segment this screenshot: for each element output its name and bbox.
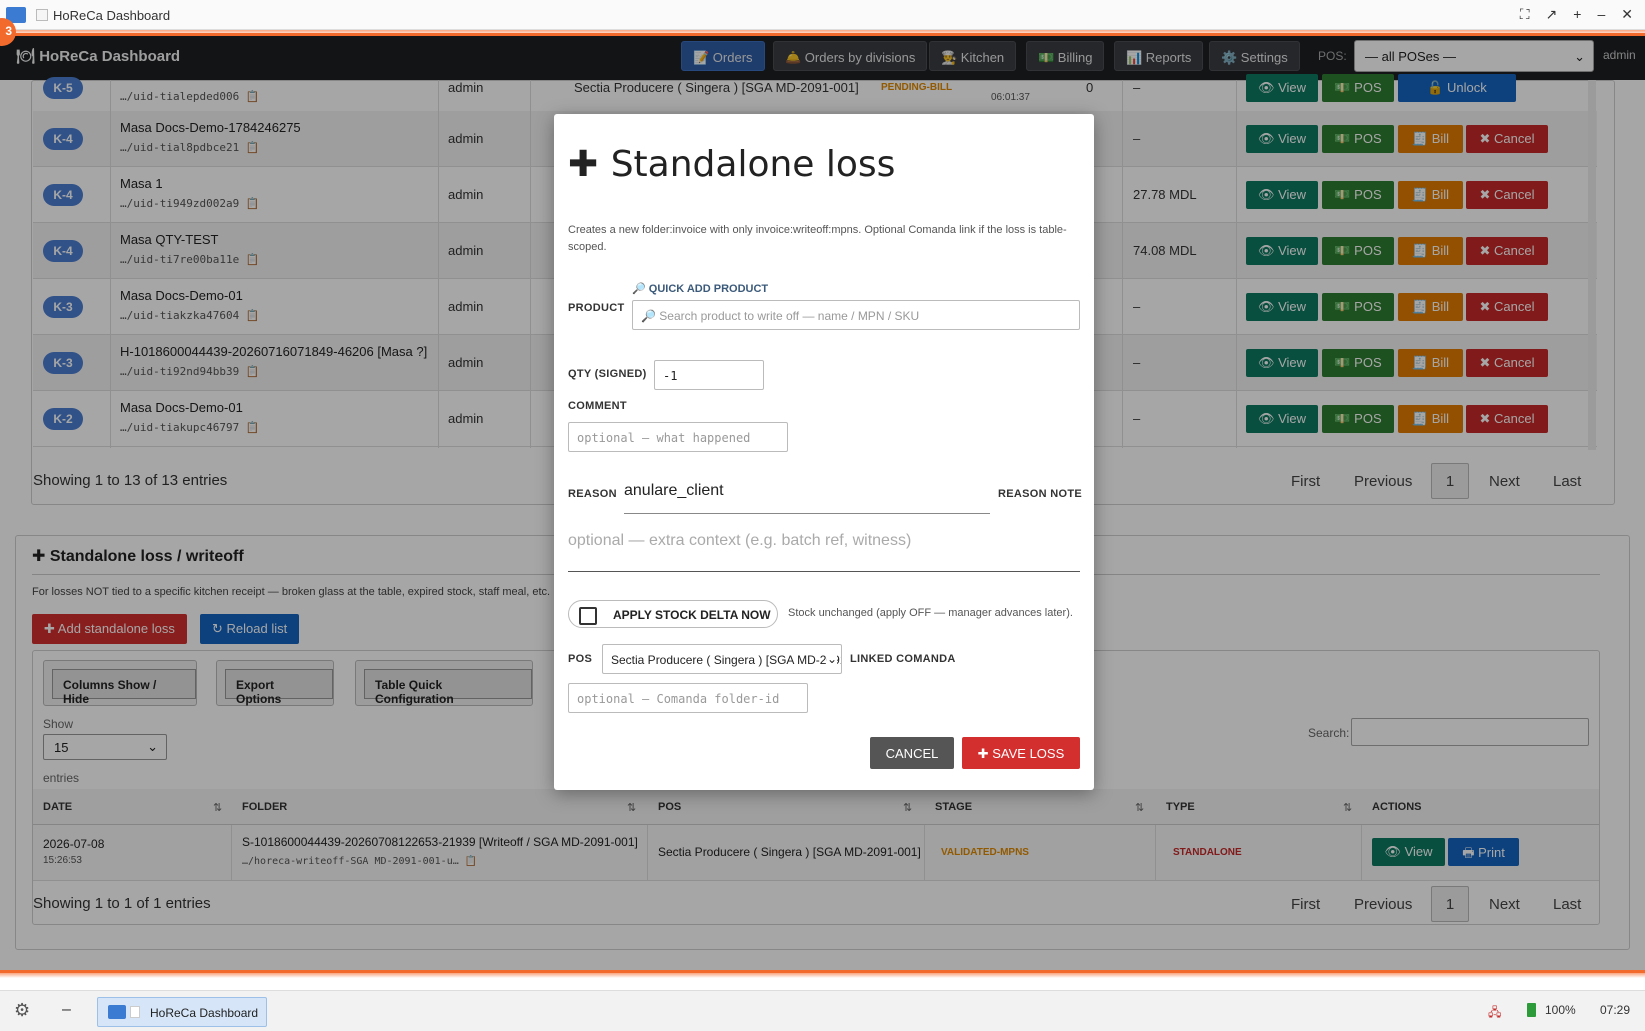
search-icon: 🔎 xyxy=(632,283,649,295)
network-icon[interactable]: 🖧 xyxy=(1488,1003,1501,1024)
comment-label: COMMENT xyxy=(568,400,627,412)
page-icon xyxy=(36,9,48,21)
pos-select-value: Sectia Producere ( Singera ) [SGA MD-209… xyxy=(611,653,841,667)
product-label: PRODUCT xyxy=(568,302,625,314)
window-title: HoReCa Dashboard xyxy=(53,8,171,23)
battery-level: 100% xyxy=(1545,1003,1576,1017)
apply-stock-toggle[interactable]: APPLY STOCK DELTA NOW xyxy=(568,600,778,628)
gear-icon[interactable]: ⚙ xyxy=(14,1000,30,1021)
qty-label: QTY (SIGNED) xyxy=(568,368,647,380)
page-icon xyxy=(130,1006,140,1018)
taskbar-app-button[interactable]: HoReCa Dashboard xyxy=(97,997,267,1027)
maximize-icon[interactable]: + xyxy=(1573,6,1581,23)
quick-add-product-link[interactable]: 🔎 QUICK ADD PRODUCT xyxy=(632,282,768,295)
taskbar-app-label: HoReCa Dashboard xyxy=(150,1006,259,1020)
apply-stock-label: APPLY STOCK DELTA NOW xyxy=(613,608,771,622)
chevron-down-icon: ⌄ xyxy=(826,652,837,666)
save-loss-button[interactable]: ✚ SAVE LOSS xyxy=(962,737,1080,769)
reason-label: REASON xyxy=(568,488,617,500)
clock[interactable]: 07:29 xyxy=(1600,1003,1630,1017)
reason-input[interactable]: anulare_client xyxy=(624,482,990,514)
linked-comanda-input[interactable]: optional — Comanda folder-id xyxy=(568,683,808,713)
comment-input[interactable]: optional — what happened xyxy=(568,422,788,452)
accent-fade xyxy=(0,973,1645,978)
minimize-icon[interactable]: – xyxy=(1597,6,1605,23)
window-titlebar: HoReCa Dashboard ⛶ ↗ + – ✕ xyxy=(0,0,1645,30)
reason-note-label: REASON NOTE xyxy=(998,488,1082,500)
reason-note-input[interactable]: optional — extra context (e.g. batch ref… xyxy=(568,532,1080,572)
battery-icon[interactable] xyxy=(1527,1003,1536,1017)
plus-icon: ✚ xyxy=(568,144,611,185)
fullscreen-icon[interactable]: ⛶ xyxy=(1520,6,1530,23)
cancel-button[interactable]: CANCEL xyxy=(870,737,954,769)
modal-description: Creates a new folder:invoice with only i… xyxy=(568,224,1067,253)
stock-note: Stock unchanged (apply OFF — manager adv… xyxy=(788,607,1073,619)
taskbar: ⚙ – HoReCa Dashboard 🖧 100% 07:29 xyxy=(0,990,1645,1031)
restore-icon[interactable]: ↗ xyxy=(1546,6,1558,23)
standalone-loss-modal: ✚ Standalone loss Creates a new folder:i… xyxy=(554,114,1094,790)
modal-title: ✚ Standalone loss xyxy=(568,144,896,185)
qty-input[interactable]: -1 xyxy=(654,360,764,390)
pos-select[interactable]: Sectia Producere ( Singera ) [SGA MD-209… xyxy=(602,644,842,674)
product-search-input[interactable]: 🔎 Search product to write off — name / M… xyxy=(632,300,1080,330)
minimize-all-icon[interactable]: – xyxy=(62,1001,71,1019)
linked-comanda-label: LINKED COMANDA xyxy=(850,653,956,665)
folder-icon xyxy=(108,1005,126,1019)
pos-label: POS xyxy=(568,653,593,665)
apply-stock-checkbox[interactable] xyxy=(579,607,597,625)
close-icon[interactable]: ✕ xyxy=(1621,6,1633,23)
